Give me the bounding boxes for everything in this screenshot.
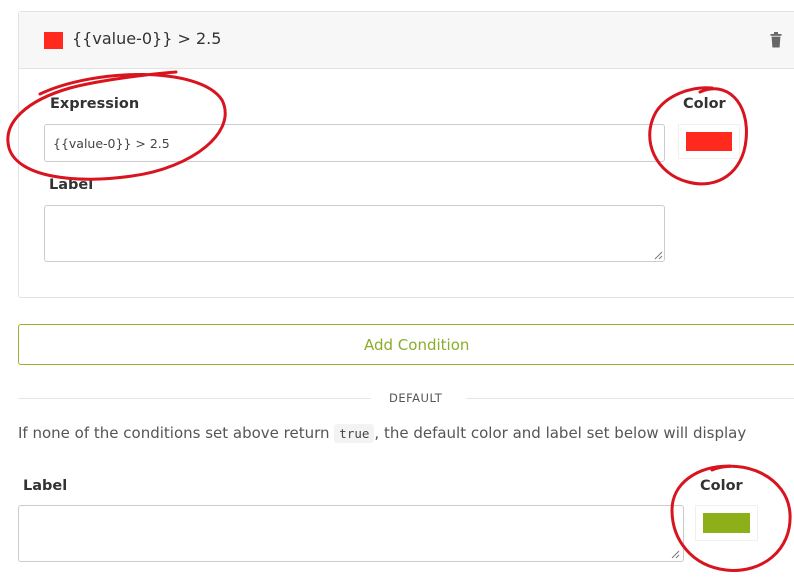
help-text-after: , the default color and label set below …: [374, 424, 747, 442]
help-text-before: If none of the conditions set above retu…: [18, 424, 335, 442]
default-help-text: If none of the conditions set above retu…: [18, 424, 747, 443]
add-condition-button[interactable]: Add Condition: [18, 324, 794, 365]
condition-color-swatch: [44, 32, 63, 49]
default-color-fill: [703, 513, 750, 533]
expression-label: Expression: [50, 96, 140, 112]
resize-grip-icon[interactable]: [654, 251, 663, 260]
default-color-picker[interactable]: [695, 505, 758, 541]
condition-card: {{value-0}} > 2.5 Expression Label Color: [18, 11, 794, 298]
condition-color-picker[interactable]: [678, 124, 740, 159]
divider-line-left: [18, 398, 371, 399]
divider-line-right: [466, 398, 794, 399]
default-label-label: Label: [23, 478, 68, 494]
expression-input[interactable]: [44, 124, 665, 162]
condition-color-fill: [686, 132, 732, 151]
resize-grip-icon[interactable]: [671, 550, 680, 559]
condition-color-label: Color: [683, 96, 726, 112]
trash-icon[interactable]: [770, 32, 782, 48]
help-code-true: true: [334, 424, 375, 443]
condition-header[interactable]: {{value-0}} > 2.5: [19, 12, 794, 69]
default-divider-label: DEFAULT: [389, 391, 443, 405]
default-label-textarea[interactable]: [18, 505, 684, 562]
condition-label-textarea[interactable]: [44, 205, 665, 262]
condition-title: {{value-0}} > 2.5: [72, 29, 222, 48]
condition-label-label: Label: [49, 177, 94, 193]
default-color-label: Color: [700, 478, 743, 494]
